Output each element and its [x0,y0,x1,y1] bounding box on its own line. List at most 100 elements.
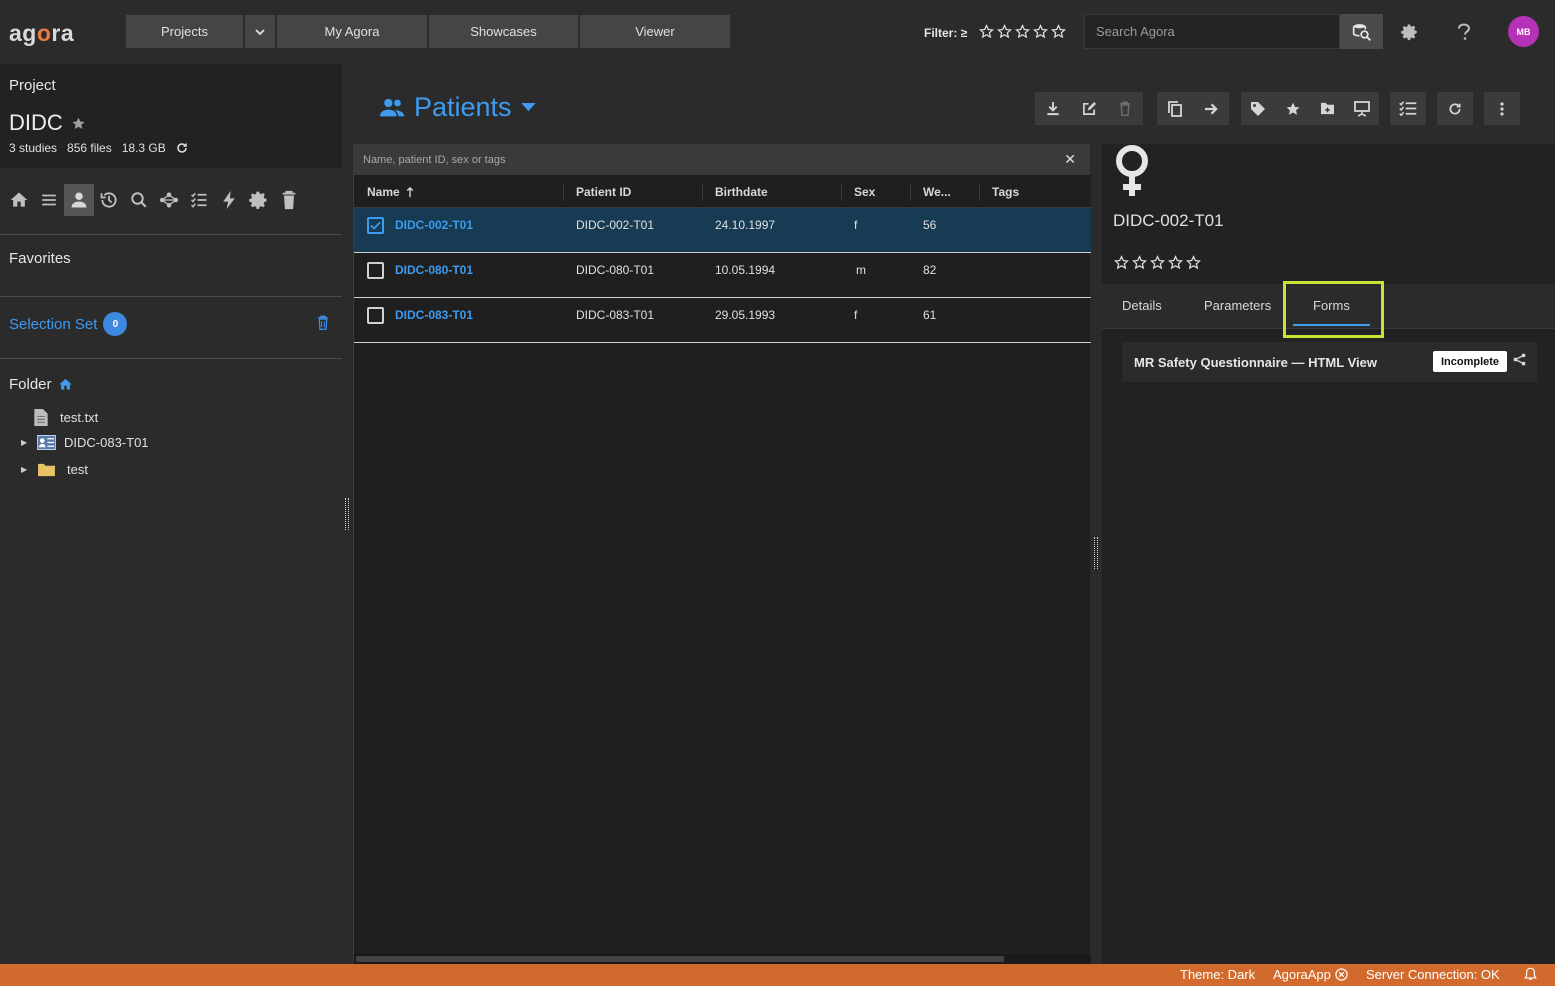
workflow-icon[interactable] [154,184,184,216]
tab-details[interactable]: Details [1122,298,1162,313]
history-icon[interactable] [94,184,124,216]
expand-caret-icon[interactable]: ▶ [21,465,29,474]
row-checkbox[interactable] [367,307,384,324]
patient-name-link[interactable]: DIDC-083-T01 [395,308,473,322]
star-outline-icon[interactable] [1150,255,1165,270]
delete-icon[interactable] [1107,92,1143,125]
toolbar-group-tasks [1390,92,1426,125]
close-circle-icon[interactable] [1335,968,1348,981]
sidebar-toolbar [4,184,304,216]
task-list-icon[interactable] [1390,92,1426,125]
server-connection-status: Server Connection: OK [1366,967,1500,982]
table-row[interactable]: DIDC-080-T01 DIDC-080-T01 10.05.1994 m 8… [354,253,1091,298]
row-checkbox[interactable] [367,262,384,279]
search-icon[interactable] [124,184,154,216]
column-header-birthdate[interactable]: Birthdate [715,185,768,199]
tree-item-folder[interactable]: ▶ test [21,462,88,477]
tab-parameters[interactable]: Parameters [1204,298,1271,313]
app-logo[interactable]: agora [9,20,74,47]
resize-handle[interactable] [345,498,349,530]
patients-title[interactable]: Patients [380,92,536,123]
database-search-icon [1352,23,1371,41]
showcases-button[interactable]: Showcases [429,15,578,48]
star-outline-icon[interactable] [979,24,994,39]
star-outline-icon[interactable] [1114,255,1129,270]
toolbar-group-move [1157,92,1229,125]
projects-dropdown-button[interactable] [245,15,275,48]
more-vertical-icon[interactable] [1484,92,1520,125]
tree-item-patient[interactable]: ▶ DIDC-083-T01 [21,435,149,450]
tree-item-file[interactable]: test.txt [33,408,98,427]
patient-filter-input[interactable]: Name, patient ID, sex or tags ✕ [353,144,1090,175]
home-icon[interactable] [4,184,34,216]
column-header-sex[interactable]: Sex [854,185,875,199]
column-header-weight[interactable]: We... [923,185,951,199]
lightning-icon[interactable] [214,184,244,216]
female-sex-icon [1112,144,1152,198]
column-header-name[interactable]: Name [367,185,414,199]
app-status[interactable]: AgoraApp [1273,967,1348,982]
clear-filter-close-icon[interactable]: ✕ [1064,151,1076,168]
filter-rating[interactable] [979,24,1066,39]
toolbar-group-more [1484,92,1520,125]
star-outline-icon[interactable] [1015,24,1030,39]
row-checkbox[interactable] [367,217,384,234]
star-icon[interactable] [1276,92,1311,125]
chevron-down-icon [255,28,265,35]
horizontal-scrollbar[interactable] [354,954,1091,964]
favorite-star-icon[interactable] [71,116,86,131]
copy-icon[interactable] [1157,92,1193,125]
home-icon[interactable] [58,377,73,392]
refresh-icon[interactable] [176,142,188,154]
scrollbar-thumb[interactable] [356,956,1004,962]
edit-icon[interactable] [1071,92,1107,125]
expand-caret-icon[interactable]: ▶ [21,438,29,447]
star-outline-icon[interactable] [1132,255,1147,270]
form-list-item[interactable]: MR Safety Questionnaire — HTML View Inco… [1122,342,1537,382]
gear-icon[interactable] [244,184,274,216]
project-label: Project [9,77,56,94]
star-outline-icon[interactable] [1186,255,1201,270]
table-row[interactable]: DIDC-083-T01 DIDC-083-T01 29.05.1993 f 6… [354,298,1091,343]
weight-cell: 56 [923,218,937,232]
star-outline-icon[interactable] [1168,255,1183,270]
theme-status[interactable]: Theme: Dark [1180,967,1255,982]
star-outline-icon[interactable] [997,24,1012,39]
patient-rating[interactable] [1114,255,1201,270]
status-bar: Theme: Dark AgoraApp Server Connection: … [0,964,1555,986]
trash-icon[interactable] [274,184,304,216]
my-agora-button[interactable]: My Agora [277,15,427,48]
patients-icon[interactable] [64,184,94,216]
selection-set-link[interactable]: Selection Set 0 [9,312,128,336]
task-list-icon[interactable] [184,184,214,216]
resize-handle[interactable] [1094,537,1098,569]
search-button[interactable] [1340,14,1383,49]
download-icon[interactable] [1035,92,1071,125]
star-outline-icon[interactable] [1051,24,1066,39]
folder-add-icon[interactable] [1310,92,1345,125]
project-info: Project DIDC 3 studies 856 files 18.3 GB [0,64,342,168]
column-header-patient-id[interactable]: Patient ID [576,185,631,199]
table-row[interactable]: DIDC-002-T01 DIDC-002-T01 24.10.1997 f 5… [354,208,1091,253]
projects-button[interactable]: Projects [126,15,243,48]
share-icon[interactable] [1513,353,1526,366]
weight-cell: 82 [923,263,937,277]
tag-icon[interactable] [1241,92,1276,125]
star-outline-icon[interactable] [1033,24,1048,39]
presentation-icon[interactable] [1345,92,1380,125]
patient-name-link[interactable]: DIDC-080-T01 [395,263,473,277]
user-avatar[interactable]: MB [1508,16,1539,47]
settings-gear-icon[interactable] [1398,20,1422,44]
search-input[interactable]: Search Agora [1084,14,1340,49]
arrow-right-icon[interactable] [1193,92,1229,125]
help-icon[interactable] [1452,20,1476,44]
form-status-badge: Incomplete [1433,351,1507,372]
refresh-icon[interactable] [1437,92,1473,125]
patient-name-link[interactable]: DIDC-002-T01 [395,218,473,232]
column-header-tags[interactable]: Tags [992,185,1019,199]
viewer-button[interactable]: Viewer [580,15,730,48]
notification-bell-icon[interactable] [1524,967,1537,981]
toolbar-group-refresh [1437,92,1473,125]
list-icon[interactable] [34,184,64,216]
clear-selection-trash-icon[interactable] [317,315,329,330]
